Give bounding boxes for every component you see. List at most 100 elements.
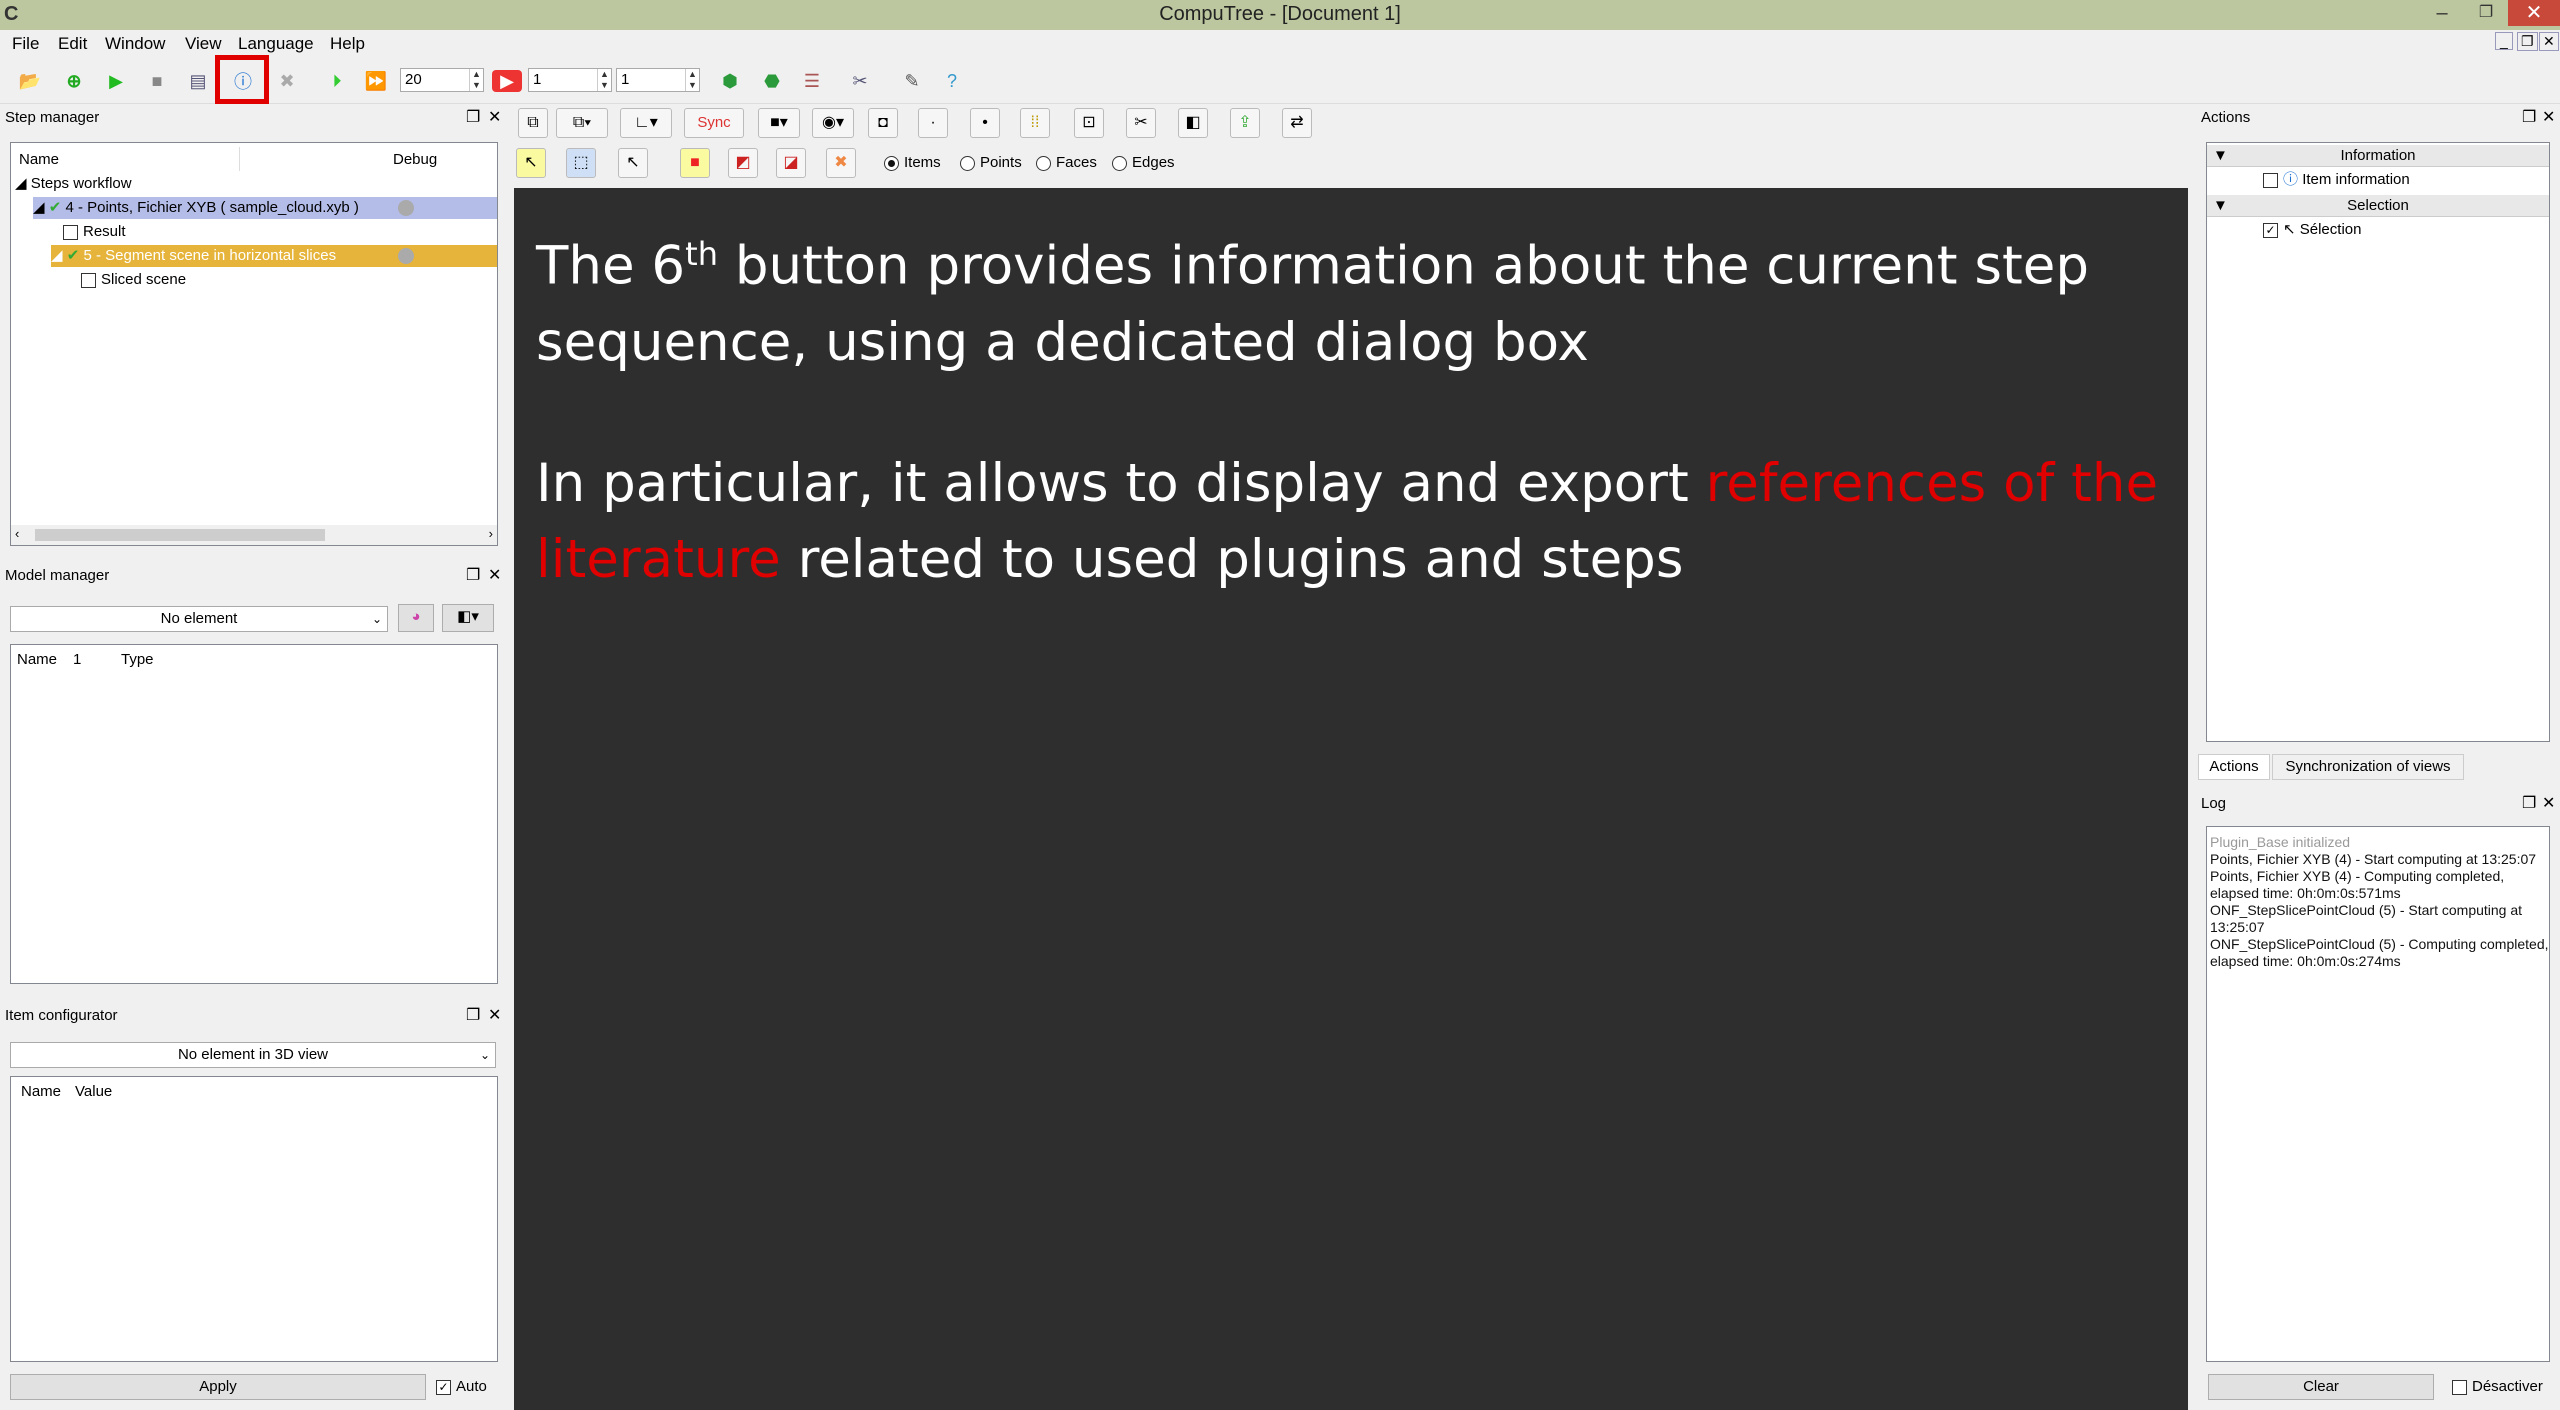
plugin-config-icon[interactable]: ⬣: [758, 67, 786, 95]
step-row-4[interactable]: ◢ ✔ 4 - Points, Fichier XYB ( sample_clo…: [33, 197, 497, 219]
debug-toggle-icon[interactable]: [398, 200, 414, 216]
select-pointer-icon[interactable]: ↖: [516, 148, 546, 178]
sync-button[interactable]: Sync: [684, 108, 744, 138]
debug-toggle-icon[interactable]: [398, 248, 414, 264]
menu-edit[interactable]: Edit: [58, 34, 87, 54]
menu-window[interactable]: Window: [105, 34, 165, 54]
run-icon[interactable]: ▶: [102, 67, 130, 95]
section-information[interactable]: ▼ Information: [2207, 145, 2549, 167]
stop-icon[interactable]: ■: [143, 67, 171, 95]
close-icon[interactable]: ✕: [2542, 792, 2555, 816]
clear-selection-icon[interactable]: ✖: [826, 148, 856, 178]
clear-steps-icon[interactable]: ✖: [273, 67, 301, 95]
menu-view[interactable]: View: [185, 34, 222, 54]
radio-faces[interactable]: Faces: [1036, 152, 1097, 174]
select-rect-icon[interactable]: ⬚: [566, 148, 596, 178]
float-icon[interactable]: ❐: [466, 1004, 480, 1028]
mdi-restore-button[interactable]: ❐: [2517, 32, 2538, 51]
axes-icon[interactable]: ∟▾: [620, 108, 672, 138]
result-row[interactable]: Result: [63, 221, 126, 243]
clear-log-button[interactable]: Clear: [2208, 1374, 2434, 1400]
section-selection[interactable]: ▼ Selection: [2207, 195, 2549, 217]
select-remove-icon[interactable]: ◪: [776, 148, 806, 178]
tree-root[interactable]: ◢ Steps workflow: [15, 173, 132, 195]
screenshot-icon[interactable]: ◘: [868, 108, 898, 138]
close-button[interactable]: ✕: [2508, 0, 2560, 26]
gradient-button[interactable]: ◧▾: [442, 604, 494, 632]
model-list: Name 1 Type: [10, 644, 498, 984]
color-button[interactable]: ◕: [398, 604, 434, 632]
contrast-icon[interactable]: ◧: [1178, 108, 1208, 138]
close-icon[interactable]: ✕: [488, 1004, 501, 1028]
log-text: Plugin_Base initialized Points, Fichier …: [2210, 834, 2549, 969]
radio-edges[interactable]: Edges: [1112, 152, 1175, 174]
edit-icon[interactable]: ✎: [898, 67, 926, 95]
delay-spinbox[interactable]: 20 ▲ ▼: [400, 68, 484, 92]
deactivate-checkbox[interactable]: Désactiver: [2452, 1376, 2543, 1398]
start-spinbox[interactable]: 1 ▲ ▼: [528, 68, 612, 92]
mdi-minimize-button[interactable]: _: [2495, 32, 2513, 50]
plugin-icon[interactable]: ⬢: [716, 67, 744, 95]
selection-row[interactable]: ✓ ↖ Sélection: [2263, 219, 2361, 241]
select-add-icon[interactable]: ■: [680, 148, 710, 178]
horizontal-scrollbar[interactable]: ‹ ›: [11, 525, 497, 545]
menu-bar: File Edit Window View Language Help _ ❐ …: [0, 30, 2560, 58]
tools-icon[interactable]: ✂: [846, 67, 874, 95]
debug-fast-icon[interactable]: ⏩: [362, 67, 390, 95]
item-configurator-title: Item configurator ❐ ✕: [0, 1004, 510, 1028]
tab-synchronization[interactable]: Synchronization of views: [2272, 754, 2464, 780]
column-name: Name: [17, 651, 58, 668]
cursor-icon: ↖: [2283, 221, 2296, 238]
select-cursor-icon[interactable]: ↖: [618, 148, 648, 178]
grid-icon[interactable]: ⁞⁞: [1020, 108, 1050, 138]
view-cube-icon[interactable]: ⧉▾: [556, 108, 608, 138]
swap-icon[interactable]: ⇄: [1282, 108, 1312, 138]
fit-view-icon[interactable]: ⊡: [1074, 108, 1104, 138]
float-icon[interactable]: ❐: [2522, 106, 2536, 130]
end-spinbox[interactable]: 1 ▲ ▼: [616, 68, 700, 92]
point-size-large-icon[interactable]: •: [970, 108, 1000, 138]
float-icon[interactable]: ❐: [2522, 792, 2536, 816]
camera-video-icon[interactable]: ■▾: [758, 108, 800, 138]
apply-button[interactable]: Apply: [10, 1374, 426, 1400]
mdi-close-button[interactable]: ✕: [2539, 32, 2559, 51]
debug-step-icon[interactable]: ⏵: [323, 67, 351, 95]
eye-icon[interactable]: ◉▾: [812, 108, 854, 138]
point-size-small-icon[interactable]: ·: [918, 108, 948, 138]
close-icon[interactable]: ✕: [488, 564, 501, 588]
select-union-icon[interactable]: ◩: [728, 148, 758, 178]
add-step-icon[interactable]: ⊕: [60, 67, 88, 95]
sliced-scene-row[interactable]: Sliced scene: [81, 269, 186, 291]
main-toolbar: 📂 ⊕ ▶ ■ ▤ ⓘ ✖ ⏵ ⏩ 20 ▲ ▼ ▶ 1 ▲ ▼ 1 ▲ ▼ ⬢ ⬣ ☰ ✂…: [0, 58, 2560, 104]
3d-view[interactable]: The 6th button provides information abou…: [514, 188, 2188, 1410]
list-icon[interactable]: ☰: [798, 67, 826, 95]
help-icon[interactable]: ?: [938, 67, 966, 95]
step-row-5[interactable]: ◢ ✔ 5 - Segment scene in horizontal slic…: [51, 245, 497, 267]
export-icon[interactable]: ⇪: [1230, 108, 1260, 138]
close-icon[interactable]: ✕: [2542, 106, 2555, 130]
auto-checkbox[interactable]: ✓ Auto: [436, 1376, 487, 1398]
column-1: 1: [73, 651, 82, 668]
slide-paragraph-2: In particular, it allows to display and …: [536, 453, 2159, 590]
close-icon[interactable]: ✕: [488, 106, 501, 130]
model-combo[interactable]: No element ⌄: [10, 606, 388, 632]
tools-icon[interactable]: ✂: [1126, 108, 1156, 138]
item-combo[interactable]: No element in 3D view ⌄: [10, 1042, 496, 1068]
radio-points[interactable]: Points: [960, 152, 1022, 174]
highlight-box: [215, 55, 269, 104]
menu-language[interactable]: Language: [238, 34, 314, 54]
view-layout-icon[interactable]: ⧉: [518, 108, 548, 138]
menu-file[interactable]: File: [12, 34, 39, 54]
float-icon[interactable]: ❐: [466, 564, 480, 588]
minimize-button[interactable]: –: [2420, 0, 2464, 26]
float-icon[interactable]: ❐: [466, 106, 480, 130]
open-project-icon[interactable]: 📂: [16, 67, 44, 95]
save-icon[interactable]: ▤: [184, 67, 212, 95]
menu-help[interactable]: Help: [330, 34, 365, 54]
restore-button[interactable]: ❐: [2464, 0, 2508, 26]
radio-items[interactable]: Items: [884, 152, 941, 174]
item-information-row[interactable]: ⓘ Item information: [2263, 169, 2410, 191]
record-icon[interactable]: ▶: [492, 70, 522, 92]
tab-actions[interactable]: Actions: [2198, 754, 2270, 780]
check-icon: ✔: [66, 247, 80, 264]
